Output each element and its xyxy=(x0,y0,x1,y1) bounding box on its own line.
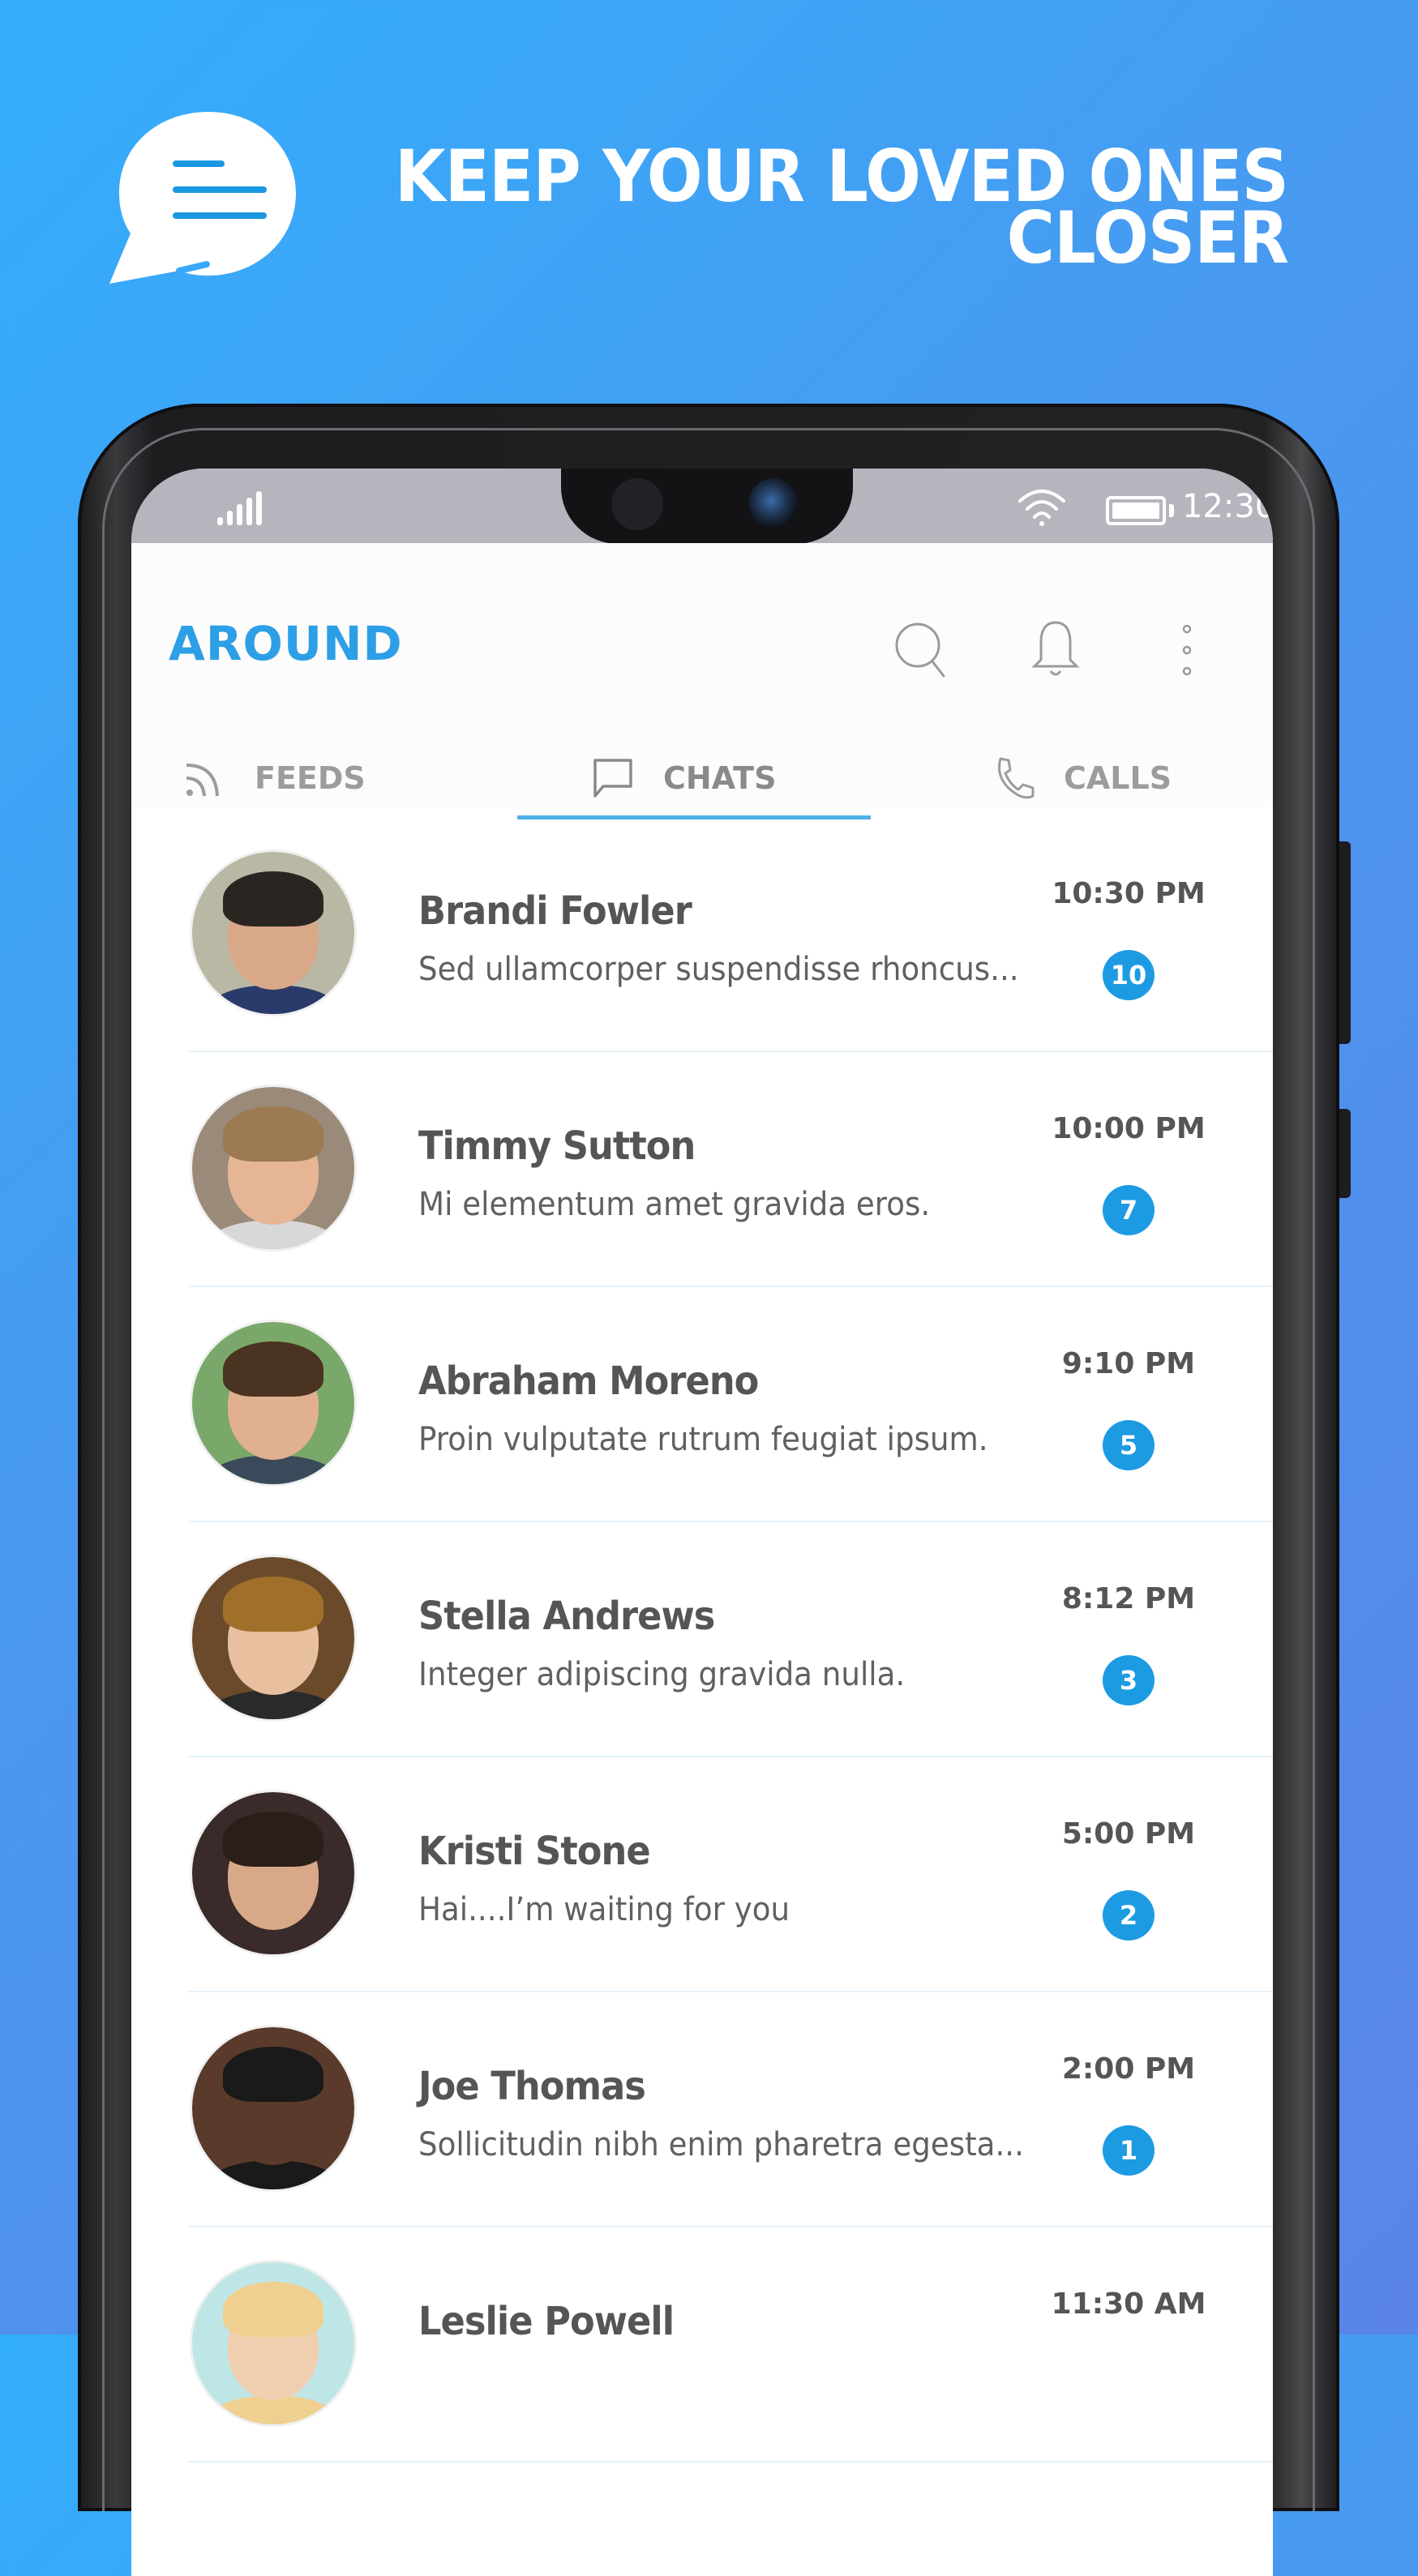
tab-label: CHATS xyxy=(663,760,777,796)
message-time: 11:30 AM xyxy=(1051,2287,1206,2321)
avatar-hair xyxy=(223,871,323,926)
tab-calls[interactable]: CALLS xyxy=(991,754,1172,802)
avatar[interactable] xyxy=(190,2025,357,2192)
message-time: 9:10 PM xyxy=(1061,1347,1196,1380)
front-camera xyxy=(749,478,798,528)
volume-button xyxy=(1339,841,1351,1044)
avatar-hair xyxy=(223,1341,323,1397)
chat-list-item[interactable]: Abraham Moreno Proin vulputate rutrum fe… xyxy=(131,1287,1273,1522)
last-message: Proin vulputate rutrum feugiat ipsum. xyxy=(418,1421,988,1458)
avatar[interactable] xyxy=(190,2260,357,2427)
power-button xyxy=(1339,1109,1351,1198)
last-message: Integer adipiscing gravida nulla. xyxy=(418,1656,906,1693)
avatar[interactable] xyxy=(190,1085,357,1252)
wifi-icon xyxy=(1018,490,1065,526)
battery-icon xyxy=(1106,496,1166,525)
contact-name: Stella Andrews xyxy=(418,1594,715,1639)
battery-tip xyxy=(1169,504,1174,517)
chat-list-item[interactable]: Leslie Powell 11:30 AM xyxy=(131,2227,1273,2463)
chat-list-item[interactable]: Kristi Stone Hai....I’m waiting for you … xyxy=(131,1757,1273,1992)
chat-bubble-lines-icon xyxy=(109,112,296,284)
message-time: 10:00 PM xyxy=(1052,1112,1206,1145)
notch xyxy=(561,469,853,544)
contact-name: Leslie Powell xyxy=(418,2299,675,2344)
last-message: Sed ullamcorper suspendisse rhoncus... xyxy=(418,951,1019,988)
last-message: Sollicitudin nibh enim pharetra egesta..… xyxy=(418,2126,1024,2163)
tab-label: FEEDS xyxy=(255,760,366,796)
message-time: 10:30 PM xyxy=(1052,877,1206,910)
unread-badge: 1 xyxy=(1103,2125,1155,2176)
avatar-hair xyxy=(223,1577,323,1632)
search-icon[interactable] xyxy=(889,618,953,683)
divider xyxy=(188,2461,1273,2463)
unread-badge: 7 xyxy=(1103,1185,1155,1235)
contact-name: Brandi Fowler xyxy=(418,888,692,934)
message-time: 8:12 PM xyxy=(1061,1582,1196,1615)
tab-chats[interactable]: CHATS xyxy=(590,754,776,802)
signal-icon xyxy=(217,491,262,525)
tab-label: CALLS xyxy=(1064,760,1172,796)
more-vertical-icon[interactable] xyxy=(1155,618,1219,683)
speaker-grille xyxy=(611,478,663,530)
app-header: AROUND FEEDS CHATS CALLS xyxy=(131,543,1273,819)
last-message: Mi elementum amet gravida eros. xyxy=(418,1186,931,1223)
message-time: 2:00 PM xyxy=(1061,2052,1196,2086)
chat-icon xyxy=(593,759,632,798)
phone-screen: 12:30 AROUND FEEDS CHATS CALLS Brandi Fo… xyxy=(131,469,1273,2576)
chat-list-item[interactable]: Timmy Sutton Mi elementum amet gravida e… xyxy=(131,1052,1273,1287)
message-time: 5:00 PM xyxy=(1061,1817,1196,1851)
avatar-hair xyxy=(223,1106,323,1162)
chat-list-item[interactable]: Joe Thomas Sollicitudin nibh enim pharet… xyxy=(131,1992,1273,2227)
bell-icon[interactable] xyxy=(1023,618,1088,683)
avatar-hair xyxy=(223,2047,323,2102)
app-title: AROUND xyxy=(169,616,403,671)
unread-badge: 5 xyxy=(1103,1420,1155,1470)
chat-list[interactable]: Brandi Fowler Sed ullamcorper suspendiss… xyxy=(131,817,1273,2463)
contact-name: Joe Thomas xyxy=(418,2064,646,2109)
unread-badge: 10 xyxy=(1103,950,1155,1000)
tab-feeds[interactable]: FEEDS xyxy=(182,754,366,802)
headline-line-2: CLOSER xyxy=(1006,196,1289,280)
contact-name: Kristi Stone xyxy=(418,1829,651,1874)
promo-headline: KEEP YOUR LOVED ONES CLOSER xyxy=(317,141,1289,280)
unread-badge: 2 xyxy=(1103,1890,1155,1941)
chat-list-item[interactable]: Brandi Fowler Sed ullamcorper suspendiss… xyxy=(131,817,1273,1052)
phone-icon xyxy=(998,757,1035,799)
avatar[interactable] xyxy=(190,1790,357,1957)
avatar[interactable] xyxy=(190,849,357,1016)
contact-name: Abraham Moreno xyxy=(418,1359,759,1404)
avatar[interactable] xyxy=(190,1320,357,1487)
status-bar: 12:30 xyxy=(131,469,1273,544)
contact-name: Timmy Sutton xyxy=(418,1123,696,1169)
avatar-hair xyxy=(223,2282,323,2337)
unread-badge: 3 xyxy=(1103,1655,1155,1705)
chat-list-item[interactable]: Stella Andrews Integer adipiscing gravid… xyxy=(131,1522,1273,1757)
avatar-hair xyxy=(223,1812,323,1867)
avatar[interactable] xyxy=(190,1555,357,1722)
rss-icon xyxy=(186,764,219,797)
last-message: Hai....I’m waiting for you xyxy=(418,1891,790,1928)
phone-frame: 12:30 AROUND FEEDS CHATS CALLS Brandi Fo… xyxy=(78,404,1351,2576)
status-time: 12:30 xyxy=(1182,488,1273,525)
